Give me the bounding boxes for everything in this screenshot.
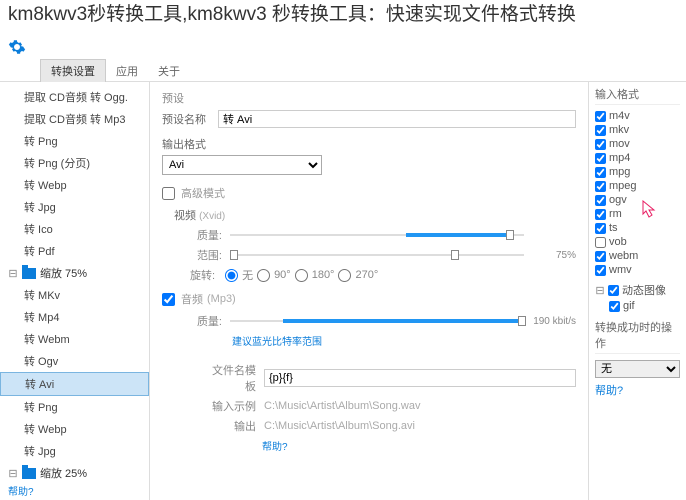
advice-link[interactable]: 建议蓝光比特率范围 <box>232 333 576 348</box>
preset-header: 预设 <box>162 90 576 106</box>
preset-tree[interactable]: 提取 CD音频 转 Ogg. 提取 CD音频 转 Mp3 转 Png 转 Png… <box>0 82 150 500</box>
collapse-icon[interactable]: ⊟ <box>8 267 18 280</box>
menu-bar: 转换设置 应用 关于 <box>0 60 686 82</box>
format-m4v-checkbox[interactable] <box>595 111 606 122</box>
tree-item[interactable]: 转 Ogv <box>0 350 149 372</box>
article-title: km8kwv3秒转换工具,km8kwv3 秒转换工具：快速实现文件格式转换 <box>0 0 686 31</box>
video-codec: (Xvid) <box>199 211 225 222</box>
app-window: 转换设置 应用 关于 提取 CD音频 转 Ogg. 提取 CD音频 转 Mp3 … <box>0 20 686 500</box>
folder-icon <box>22 468 36 479</box>
range-value: 75% <box>532 250 576 261</box>
output-example-value: C:\Music\Artist\Album\Song.avi <box>264 420 576 432</box>
format-mov-checkbox[interactable] <box>595 139 606 150</box>
advanced-mode-checkbox[interactable] <box>162 187 175 200</box>
tree-folder[interactable]: ⊟缩放 75% <box>0 262 149 284</box>
format-rm-checkbox[interactable] <box>595 209 606 220</box>
tab-apply[interactable]: 应用 <box>106 60 148 82</box>
folder-icon <box>22 268 36 279</box>
filename-template-label: 文件名模板 <box>202 362 256 394</box>
format-mpg-checkbox[interactable] <box>595 167 606 178</box>
format-ts-checkbox[interactable] <box>595 223 606 234</box>
audio-quality-label: 质量: <box>190 313 222 329</box>
format-webm-checkbox[interactable] <box>595 251 606 262</box>
tree-item[interactable]: 提取 CD音频 转 Mp3 <box>0 108 149 130</box>
action-select[interactable]: 无 <box>595 360 680 378</box>
help-link[interactable]: 帮助? <box>262 438 576 453</box>
format-mpeg-checkbox[interactable] <box>595 181 606 192</box>
preset-name-input[interactable] <box>218 110 576 128</box>
gear-icon <box>8 38 26 56</box>
audio-label: 音频 <box>181 291 203 307</box>
action-label: 转换成功时的操作 <box>595 319 680 354</box>
tab-convert-settings[interactable]: 转换设置 <box>40 59 106 82</box>
tree-item-selected[interactable]: 转 Avi <box>0 372 149 396</box>
rotate-none[interactable] <box>225 269 238 282</box>
format-mkv-checkbox[interactable] <box>595 125 606 136</box>
audio-checkbox[interactable] <box>162 293 175 306</box>
collapse-icon[interactable]: ⊟ <box>8 467 18 480</box>
rotate-180[interactable] <box>295 269 308 282</box>
audio-quality-slider[interactable] <box>230 314 524 328</box>
input-formats-header: 输入格式 <box>595 86 680 105</box>
tree-item[interactable]: 提取 CD音频 转 Ogg. <box>0 86 149 108</box>
filename-template-input[interactable] <box>264 369 576 387</box>
output-format-select[interactable]: Avi <box>162 155 322 175</box>
audio-codec: (Mp3) <box>207 293 236 305</box>
tree-item[interactable]: 转 Png <box>0 396 149 418</box>
quality-label: 质量: <box>190 227 222 243</box>
bitrate-value: 190 kbit/s <box>532 316 576 327</box>
advanced-mode-label: 高级模式 <box>181 185 225 201</box>
video-quality-slider[interactable] <box>230 228 524 242</box>
format-mp4-checkbox[interactable] <box>595 153 606 164</box>
animated-checkbox[interactable] <box>608 285 619 296</box>
tree-item[interactable]: 转 MKv <box>0 284 149 306</box>
rotate-270[interactable] <box>338 269 351 282</box>
input-example-label: 输入示例 <box>202 398 256 414</box>
format-gif-checkbox[interactable] <box>609 301 620 312</box>
help-link[interactable]: 帮助? <box>595 382 680 398</box>
rotate-label: 旋转: <box>190 267 215 283</box>
tree-item[interactable]: 转 Png (分页) <box>0 152 149 174</box>
preset-name-label: 预设名称 <box>162 111 212 127</box>
rotate-90[interactable] <box>257 269 270 282</box>
format-vob-checkbox[interactable] <box>595 237 606 248</box>
output-format-label: 输出格式 <box>162 136 576 152</box>
tree-item[interactable]: 转 Webp <box>0 418 149 440</box>
input-example-value: C:\Music\Artist\Album\Song.wav <box>264 400 576 412</box>
tab-about[interactable]: 关于 <box>148 60 190 82</box>
tree-item[interactable]: 转 Webp <box>0 174 149 196</box>
video-label: 视频 <box>174 210 196 222</box>
collapse-icon[interactable]: ⊟ <box>595 284 605 297</box>
cursor-icon <box>642 200 658 220</box>
input-formats-panel: 输入格式 m4vmkvmovmp4mpgmpegogvrmtsvobwebmwm… <box>588 82 686 500</box>
format-wmv-checkbox[interactable] <box>595 265 606 276</box>
tree-item[interactable]: 转 Webm <box>0 328 149 350</box>
video-range-slider[interactable] <box>230 248 524 262</box>
tree-folder[interactable]: ⊟缩放 25% <box>0 462 149 484</box>
output-example-label: 输出 <box>202 418 256 434</box>
tree-item[interactable]: 转 Ico <box>0 218 149 240</box>
help-link[interactable]: 帮助? <box>8 483 34 498</box>
tree-item[interactable]: 转 Jpg <box>0 196 149 218</box>
settings-panel: 预设 预设名称 输出格式 Avi 高级模式 视频 (Xvid) 质量: 范围: … <box>150 82 588 500</box>
animated-label: 动态图像 <box>622 282 666 298</box>
tree-item[interactable]: 转 Mp4 <box>0 306 149 328</box>
range-label: 范围: <box>190 247 222 263</box>
tree-item[interactable]: 转 Png <box>0 130 149 152</box>
format-ogv-checkbox[interactable] <box>595 195 606 206</box>
tree-item[interactable]: 转 Pdf <box>0 240 149 262</box>
tree-item[interactable]: 转 Jpg <box>0 440 149 462</box>
